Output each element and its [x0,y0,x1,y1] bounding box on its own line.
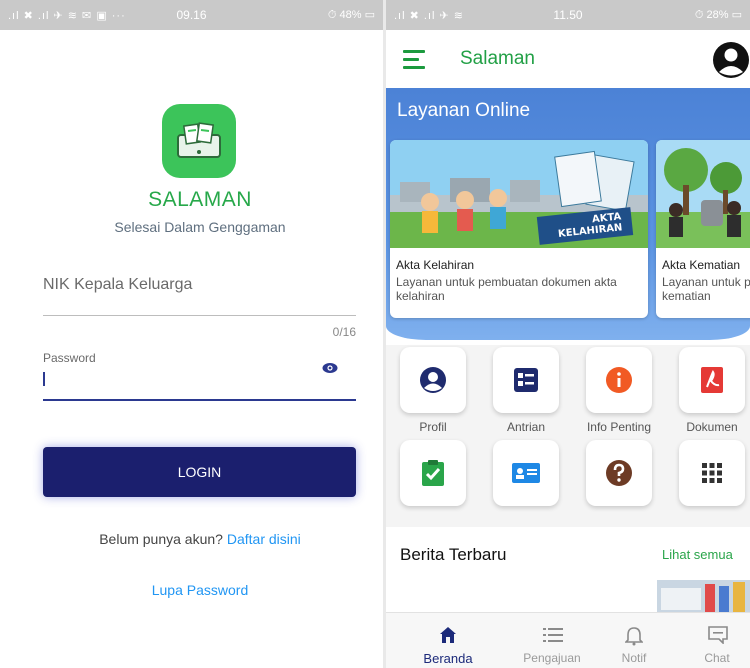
menu-item-dokumen[interactable] [679,347,745,413]
nav-label: Pengajuan [523,651,581,665]
menu-item-profil[interactable] [400,347,466,413]
nav-beranda[interactable]: Beranda [403,612,493,668]
hamburger-menu-icon[interactable] [403,50,425,69]
menu-label: Dokumen [686,420,738,434]
app-bar [386,30,750,88]
nav-label: Notif [621,651,647,665]
menu-item-tracking[interactable] [400,440,466,506]
menu-item-bantuan[interactable] [586,440,652,506]
menu-item-ktp[interactable] [493,440,559,506]
app-title: SALAMAN [148,188,252,211]
forgot-password-link[interactable]: Lupa Password [0,582,383,598]
nav-label: Chat [704,651,730,665]
card-illustration [656,140,750,248]
status-time: 11.50 [553,8,583,22]
menu-label: Antrian [506,420,546,434]
nik-char-counter: 0/16 [332,325,356,339]
status-bar: .ıl ✖ .ıl ✈ ≋ 11.50 ⏱ 28% ▭ [386,0,750,30]
list-icon [543,628,563,642]
nav-notif[interactable]: Notif [589,612,679,668]
login-button[interactable]: LOGIN [43,447,356,497]
home-screen: .ıl ✖ .ıl ✈ ≋ 11.50 ⏱ 28% ▭ Salaman Laya… [386,0,750,668]
status-signal: .ıl ✖ .ıl ✈ ≋ [394,9,464,22]
bell-icon [625,627,643,646]
text-cursor [43,372,45,386]
nik-placeholder: NIK Kepala Keluarga [43,276,193,293]
menu-label: Info Penting [586,420,652,434]
queue-list-icon [514,368,538,392]
register-text: Belum punya akun? [99,531,223,547]
password-label: Password [43,351,96,365]
clipboard-check-icon [422,460,444,486]
card-title: Akta Kematian [662,258,741,272]
nav-pengajuan[interactable]: Pengajuan [507,612,597,668]
grid-icon [702,463,722,483]
eye-icon[interactable] [322,362,338,374]
status-bar: .ıl ✖ .ıl ✈ ≋ ✉ ▣ ··· 09.16 ⏱ 48% ▭ [0,0,383,30]
news-title: Berita Terbaru [400,545,507,564]
news-see-all-link[interactable]: Lihat semua [662,547,733,562]
nav-chat[interactable]: Chat [672,612,750,668]
status-time: 09.16 [176,8,207,22]
account-circle-icon [420,367,446,393]
password-input[interactable]: Password [43,351,356,401]
menu-label: Profil [419,420,447,434]
info-icon [606,367,632,393]
register-link[interactable]: Daftar disini [227,531,301,547]
menu-item-info-penting[interactable] [586,347,652,413]
app-brand: Salaman [460,48,535,69]
app-tagline: Selesai Dalam Genggaman [114,219,286,235]
service-card-akta-kelahiran[interactable]: AKTA KELAHIRAN Akta Kelahiran Layanan un… [390,140,648,318]
account-icon[interactable] [712,41,750,79]
section-title: Layanan Online [397,100,531,121]
card-description: Layanan untuk pembuatan dokumen akta kel… [396,275,617,303]
id-card-icon [512,463,540,483]
menu-item-antrian[interactable] [493,347,559,413]
card-description: Layanan untuk pembuatan dokumen akta kem… [662,275,750,303]
service-card-akta-kematian[interactable]: Akta Kematian Layanan untuk pembuatan do… [656,140,750,318]
help-icon [606,460,632,486]
news-thumbnail[interactable] [657,580,750,612]
chat-icon [708,626,728,644]
app-logo-icon [162,104,236,178]
status-signal: .ıl ✖ .ıl ✈ ≋ ✉ ▣ ··· [8,9,126,22]
status-battery: ⏱ 28% ▭ [694,9,742,21]
register-prompt: Belum punya akun? Daftar disini [0,531,383,547]
pdf-icon [701,367,723,393]
login-screen: .ıl ✖ .ıl ✈ ≋ ✉ ▣ ··· 09.16 ⏱ 48% ▭ SALA… [0,0,383,668]
status-battery: ⏱ 48% ▭ [327,9,375,21]
card-illustration: AKTA KELAHIRAN [390,140,648,248]
nik-input[interactable]: NIK Kepala Keluarga [43,272,356,316]
home-icon [440,627,456,643]
card-title: Akta Kelahiran [396,258,475,272]
menu-item-lainnya[interactable] [679,440,745,506]
nav-label: Beranda [423,651,473,666]
